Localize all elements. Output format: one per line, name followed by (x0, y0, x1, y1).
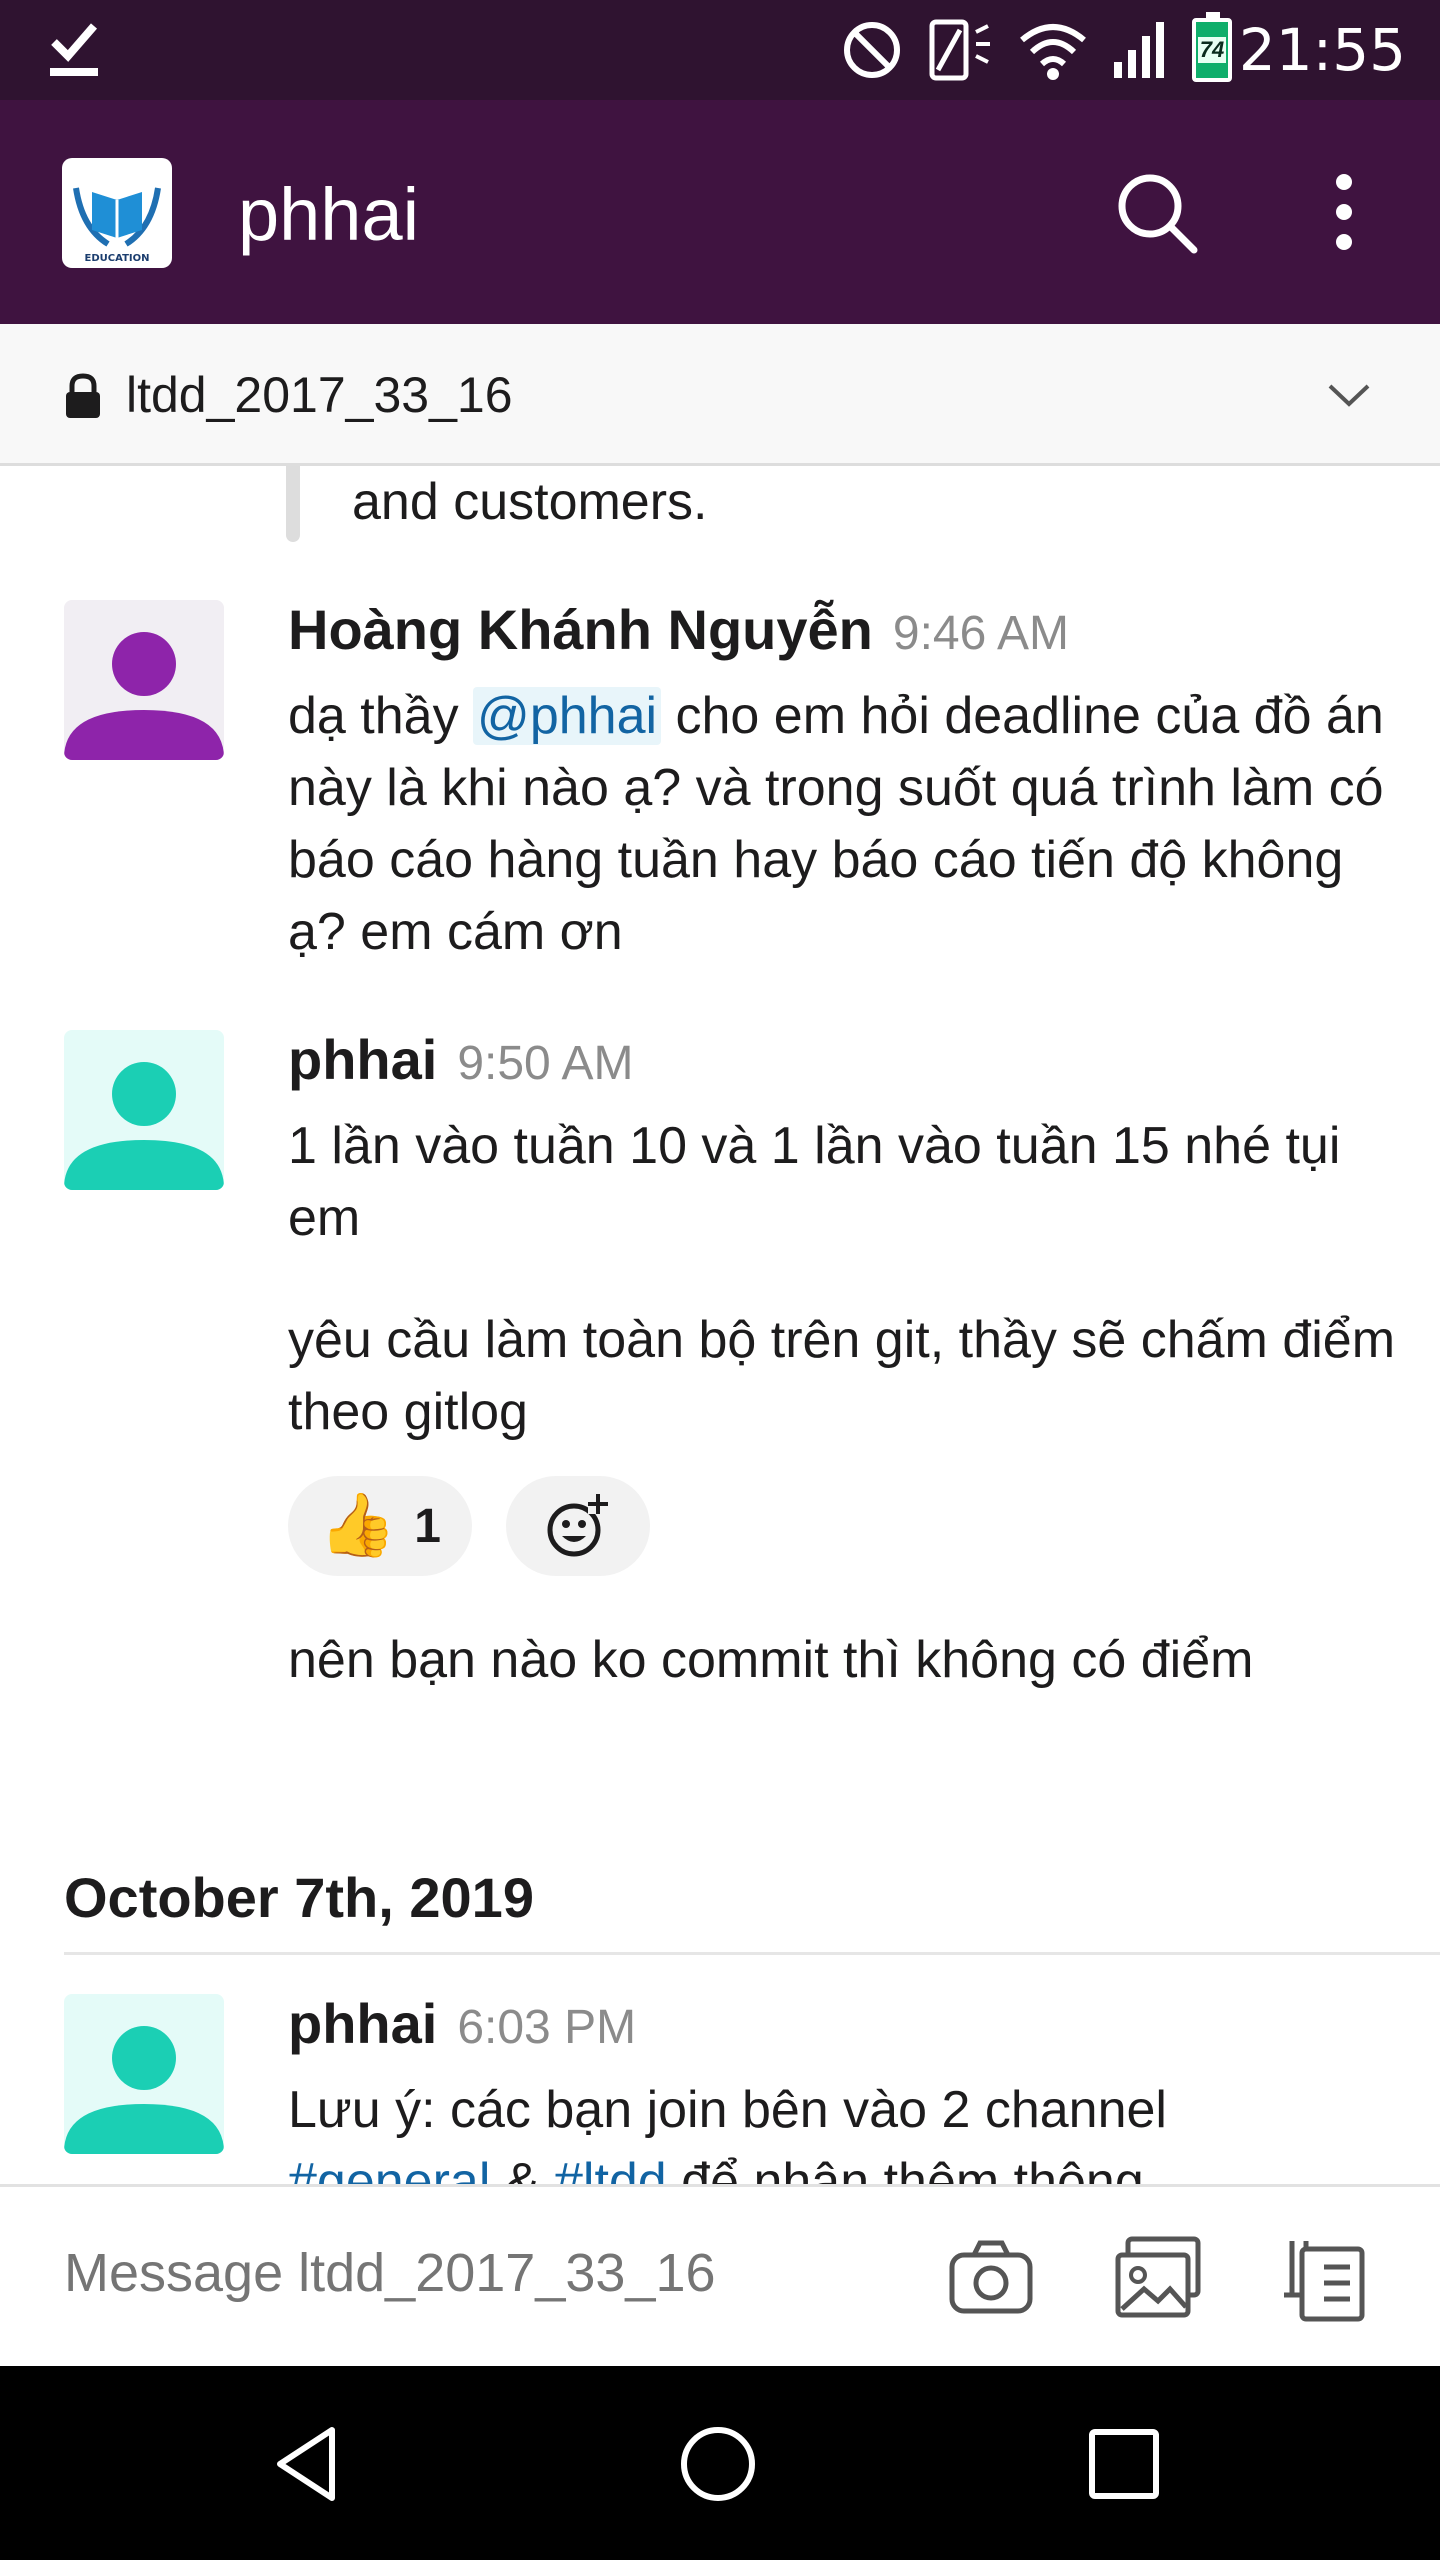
message-text: nên bạn nào ko commit thì không có điểm (288, 1631, 1254, 1689)
message-composer (0, 2184, 1440, 2366)
divider-line (64, 1952, 1440, 1955)
message-text-part: & (490, 2153, 554, 2184)
message-time: 9:46 AM (892, 607, 1069, 660)
add-reaction-button[interactable] (506, 1476, 650, 1576)
lock-icon (66, 373, 100, 418)
do-not-disturb-icon (844, 22, 900, 78)
avatar[interactable] (64, 1030, 224, 1190)
search-icon[interactable] (1112, 168, 1200, 256)
message-author[interactable]: phhai (288, 1988, 437, 2060)
back-icon[interactable] (270, 2422, 354, 2506)
message-time: 9:50 AM (457, 1037, 634, 1090)
app-header: EDUCATION phhai (0, 100, 1440, 324)
message-list[interactable]: and customers. Hoàng Khánh Nguyễn 9:46 A… (0, 466, 1440, 2184)
avatar[interactable] (64, 600, 224, 760)
photo-library-icon[interactable] (1114, 2233, 1204, 2323)
chevron-down-icon[interactable] (1326, 376, 1372, 416)
clock: 21:55 (1238, 16, 1406, 84)
message-author[interactable]: Hoàng Khánh Nguyễn (288, 594, 873, 666)
wifi-icon (1020, 24, 1086, 80)
camera-icon[interactable] (946, 2233, 1036, 2323)
checkmark-icon (50, 23, 98, 76)
signal-icon (1114, 22, 1164, 78)
message-input[interactable] (64, 2237, 884, 2309)
message-text-part: để nhận thêm thông (666, 2153, 1144, 2184)
reaction-thumbs-up[interactable]: 👍 1 (288, 1476, 472, 1576)
channel-link-ltdd[interactable]: #ltdd (554, 2153, 667, 2184)
channel-link-general[interactable]: #general (288, 2153, 490, 2184)
user-mention[interactable]: @phhai (473, 687, 662, 745)
logo-text: EDUCATION (85, 253, 150, 264)
add-reaction-icon (547, 1494, 608, 1557)
vibrate-icon (929, 19, 990, 81)
user-icon (64, 2026, 224, 2154)
battery-level: 74 (1197, 37, 1227, 63)
message-time: 6:03 PM (457, 2001, 637, 2054)
message-text-part: Lưu ý: các bạn join bên vào 2 channel (288, 2081, 1167, 2139)
message-text: yêu cầu làm toàn bộ trên git, thầy sẽ ch… (288, 1311, 1396, 1441)
reaction-count: 1 (414, 1499, 441, 1553)
user-icon (64, 1062, 224, 1190)
battery-icon: 74 (1192, 12, 1232, 82)
message-author[interactable]: phhai (288, 1024, 437, 1096)
day-divider-label: October 7th, 2019 (64, 1866, 534, 1929)
channel-bar[interactable]: ltdd_2017_33_16 (0, 324, 1440, 466)
files-icon[interactable] (1280, 2233, 1370, 2323)
navigation-bar (0, 2366, 1440, 2560)
quote-bar (286, 466, 300, 542)
message-text: Lưu ý: các bạn join bên vào 2 channel #ge… (288, 2074, 1398, 2184)
more-vert-icon[interactable] (1316, 168, 1372, 256)
reactions: 👍 1 (288, 1476, 650, 1576)
user-icon (64, 632, 224, 760)
status-bar: 74 21:55 (0, 0, 1440, 100)
message-text: 1 lần vào tuần 10 và 1 lần vào tuần 15 n… (288, 1117, 1341, 1247)
avatar[interactable] (64, 1994, 224, 2154)
team-logo[interactable]: EDUCATION (62, 158, 172, 268)
quoted-text: and customers. (352, 473, 708, 531)
recents-icon[interactable] (1082, 2422, 1166, 2506)
home-icon[interactable] (676, 2422, 760, 2506)
channel-name[interactable]: ltdd_2017_33_16 (126, 364, 513, 426)
team-name[interactable]: phhai (238, 172, 419, 258)
day-divider: October 7th, 2019 (64, 1862, 1440, 1955)
thumbs-up-icon: 👍 (319, 1491, 397, 1560)
message-text: dạ thầy @phhai cho em hỏi deadline của đ… (288, 680, 1398, 968)
message-text-part: dạ thầy (288, 687, 474, 745)
status-icons: 74 (840, 12, 1232, 84)
